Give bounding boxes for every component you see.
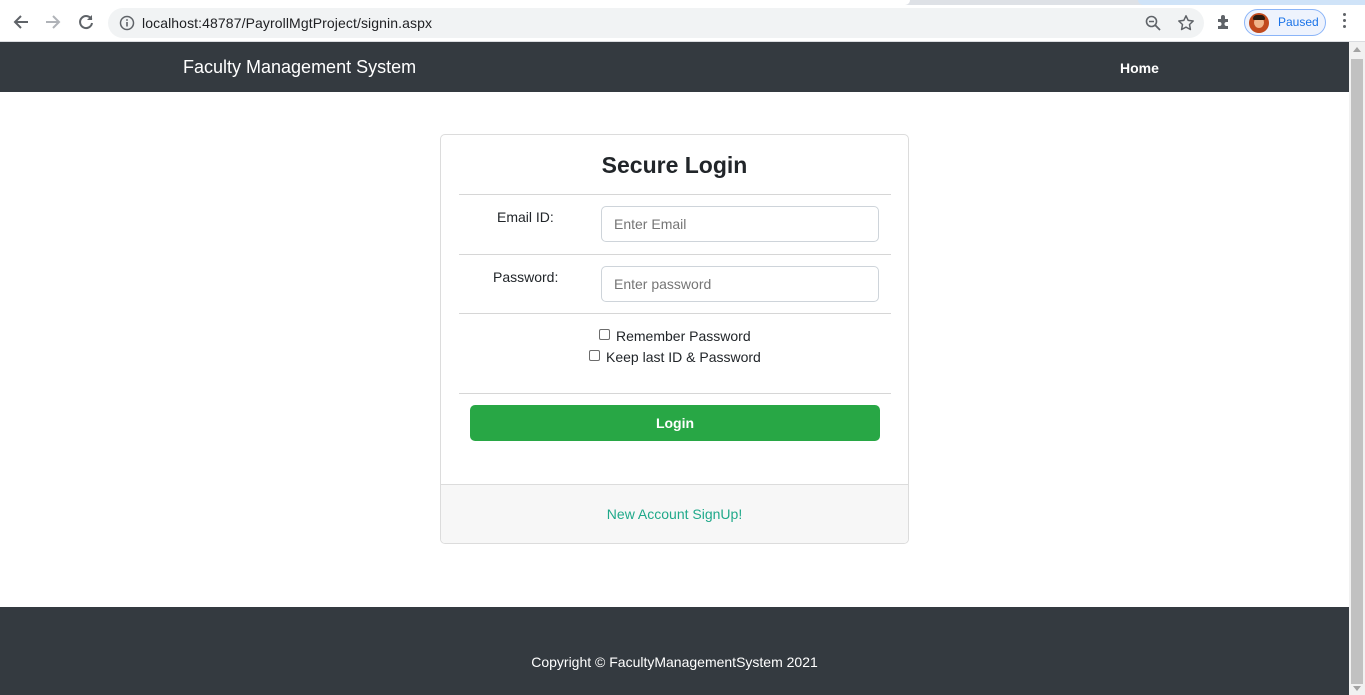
divider (459, 313, 891, 314)
signup-link[interactable]: New Account SignUp! (441, 506, 908, 522)
nav-home-link[interactable]: Home (1120, 60, 1159, 76)
star-icon[interactable] (1177, 14, 1195, 37)
divider (459, 194, 891, 195)
profile-button[interactable]: Paused (1244, 9, 1326, 36)
profile-status: Paused (1278, 15, 1319, 29)
email-label: Email ID: (497, 209, 554, 225)
address-bar[interactable]: localhost:48787/PayrollMgtProject/signin… (108, 8, 1204, 38)
info-icon[interactable] (119, 15, 135, 36)
menu-icon[interactable] (1339, 13, 1349, 31)
zoom-icon[interactable] (1145, 15, 1161, 36)
keep-login-row[interactable]: Keep last ID & Password (589, 349, 761, 365)
login-button[interactable]: Login (470, 405, 880, 441)
card-footer: New Account SignUp! (441, 484, 908, 543)
back-icon[interactable] (11, 12, 31, 32)
login-title: Secure Login (601, 152, 748, 178)
scroll-up-icon[interactable] (1353, 47, 1361, 52)
brand-link[interactable]: Faculty Management System (183, 57, 416, 78)
extensions-icon[interactable] (1215, 13, 1233, 36)
email-field[interactable] (601, 206, 879, 242)
login-card: Secure Login Email ID: Password: Remembe… (440, 134, 909, 544)
remember-password-row[interactable]: Remember Password (599, 328, 751, 344)
avatar (1249, 13, 1269, 33)
divider (459, 393, 891, 394)
tab-strip (0, 0, 1365, 5)
password-label: Password: (493, 269, 559, 285)
active-tab[interactable] (0, 0, 910, 5)
url-text[interactable]: localhost:48787/PayrollMgtProject/signin… (142, 15, 432, 31)
scrollbar-thumb[interactable] (1351, 59, 1363, 684)
browser-toolbar: localhost:48787/PayrollMgtProject/signin… (0, 0, 1365, 42)
remember-password-checkbox[interactable] (599, 328, 610, 340)
divider (459, 254, 891, 255)
page-footer: Copyright © FacultyManagementSystem 2021 (0, 607, 1349, 695)
background-tab[interactable] (1138, 0, 1365, 5)
page-scrollbar[interactable] (1349, 42, 1365, 695)
password-field[interactable] (601, 266, 879, 302)
forward-icon[interactable] (43, 12, 63, 32)
top-navbar: Faculty Management System Home (0, 42, 1349, 92)
remember-password-label[interactable]: Remember Password (616, 328, 751, 344)
keep-login-checkbox[interactable] (589, 349, 600, 361)
keep-login-label[interactable]: Keep last ID & Password (606, 349, 761, 365)
copyright-text: Copyright © FacultyManagementSystem 2021 (531, 654, 818, 670)
scroll-down-icon[interactable] (1353, 686, 1361, 691)
reload-icon[interactable] (76, 12, 96, 32)
